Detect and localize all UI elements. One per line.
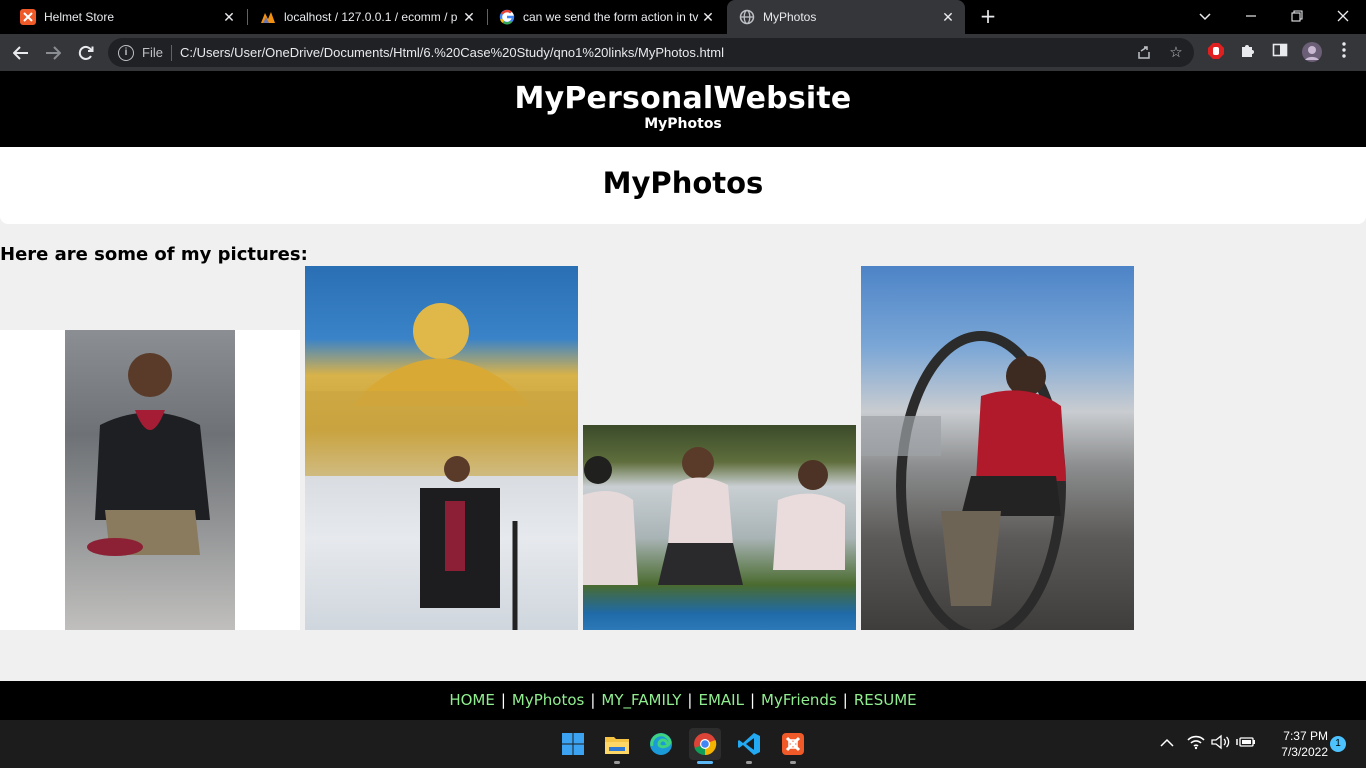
- file-explorer-icon[interactable]: [601, 728, 633, 760]
- clock-time: 7:37 PM: [1283, 729, 1328, 743]
- windows-start-icon[interactable]: [557, 728, 589, 760]
- footer-separator: |: [687, 691, 693, 709]
- close-tab-icon[interactable]: ✕: [699, 9, 717, 26]
- tab-search-chevron-icon[interactable]: [1182, 0, 1228, 34]
- bookmark-star-icon[interactable]: ☆: [1164, 40, 1188, 64]
- notification-badge[interactable]: 1: [1330, 736, 1346, 752]
- close-tab-icon[interactable]: ✕: [460, 9, 478, 26]
- close-tab-icon[interactable]: ✕: [939, 9, 957, 26]
- close-tab-icon[interactable]: ✕: [220, 9, 238, 26]
- clock-date: 7/3/2022: [1281, 745, 1328, 759]
- wifi-icon[interactable]: [1187, 734, 1205, 753]
- tab-helmet-store[interactable]: Helmet Store ✕: [8, 0, 246, 34]
- volume-icon[interactable]: [1211, 734, 1231, 753]
- footer-link-home[interactable]: HOME: [449, 691, 495, 709]
- tab-title: Helmet Store: [44, 10, 115, 24]
- chrome-icon[interactable]: [689, 728, 721, 760]
- forward-button[interactable]: [40, 40, 66, 66]
- back-button[interactable]: [8, 40, 34, 66]
- tray-chevron-up-icon[interactable]: [1160, 734, 1174, 751]
- footer-link-myphotos[interactable]: MyPhotos: [512, 691, 584, 709]
- tab-google-search[interactable]: can we send the form action in tv ✕: [487, 0, 725, 34]
- site-title: MyPersonalWebsite: [514, 81, 852, 116]
- system-clock[interactable]: 7:37 PM 7/3/2022: [1262, 728, 1328, 760]
- extensions-puzzle-icon[interactable]: [1238, 42, 1258, 62]
- tab-title: can we send the form action in tv: [523, 10, 699, 24]
- reload-button[interactable]: [73, 40, 99, 66]
- footer-separator: |: [842, 691, 848, 709]
- photo-through-glasses: [861, 266, 1134, 630]
- footer-link-myfriends[interactable]: MyFriends: [761, 691, 837, 709]
- side-panel-icon[interactable]: [1270, 42, 1290, 62]
- site-footer-nav: HOME | MyPhotos | MY_FAMILY | EMAIL | MyFriends |…: [0, 681, 1366, 720]
- url-text[interactable]: C:/Users/User/OneDrive/Documents/Html/6.…: [180, 45, 724, 60]
- tab-strip: Helmet Store ✕ localhost / 127.0.0.1 / e…: [0, 0, 1366, 34]
- google-favicon-icon: [499, 9, 515, 25]
- battery-icon[interactable]: [1236, 734, 1256, 753]
- tab-phpmyadmin[interactable]: localhost / 127.0.0.1 / ecomm / p ✕: [248, 0, 486, 34]
- app-running-indicator: [790, 761, 796, 764]
- vscode-icon[interactable]: [733, 728, 765, 760]
- toolbar: i File C:/Users/User/OneDrive/Documents/…: [0, 34, 1366, 71]
- address-bar[interactable]: i File C:/Users/User/OneDrive/Documents/…: [108, 38, 1194, 67]
- intro-text: Here are some of my pictures:: [0, 244, 308, 265]
- omnibox-divider: [170, 44, 172, 61]
- page-heading: MyPhotos: [602, 166, 764, 200]
- tab-myphotos[interactable]: MyPhotos ✕: [727, 0, 965, 34]
- photo-friends-sitting: [583, 425, 856, 630]
- footer-link-resume[interactable]: RESUME: [854, 691, 917, 709]
- minimize-button[interactable]: [1228, 0, 1274, 34]
- close-window-button[interactable]: [1320, 0, 1366, 34]
- photo-person-crouching: [65, 330, 235, 630]
- footer-link-my-family[interactable]: MY_FAMILY: [601, 691, 681, 709]
- edge-icon[interactable]: [645, 728, 677, 760]
- tab-title: localhost / 127.0.0.1 / ecomm / p: [284, 10, 458, 24]
- site-header: MyPersonalWebsite MyPhotos: [0, 71, 1366, 147]
- footer-separator: |: [749, 691, 755, 709]
- web-page: MyPersonalWebsite MyPhotos MyPhotos Here…: [0, 71, 1366, 720]
- globe-favicon-icon: [739, 9, 755, 25]
- app-running-indicator: [614, 761, 620, 764]
- footer-separator: |: [500, 691, 506, 709]
- page-title-card: MyPhotos: [0, 147, 1366, 224]
- share-icon[interactable]: [1132, 40, 1156, 64]
- restore-button[interactable]: [1274, 0, 1320, 34]
- adblock-extension-icon[interactable]: [1206, 42, 1226, 62]
- footer-link-email[interactable]: EMAIL: [698, 691, 743, 709]
- new-tab-button[interactable]: +: [976, 5, 1000, 29]
- phpmyadmin-favicon-icon: [260, 9, 276, 25]
- menu-kebab-icon[interactable]: [1334, 42, 1354, 62]
- app-active-indicator: [697, 761, 713, 764]
- xampp-favicon-icon: [20, 9, 36, 25]
- windows-taskbar: 7:37 PM 7/3/2022 1: [0, 720, 1366, 768]
- site-subtitle: MyPhotos: [644, 116, 722, 132]
- site-info-icon[interactable]: i: [118, 44, 134, 61]
- footer-separator: |: [590, 691, 596, 709]
- file-scheme-label: File: [142, 45, 163, 60]
- app-running-indicator: [746, 761, 752, 764]
- xampp-icon[interactable]: [777, 728, 809, 760]
- photo-buddha-statue: [305, 266, 578, 630]
- tab-title: MyPhotos: [763, 10, 817, 24]
- profile-avatar[interactable]: [1302, 42, 1322, 62]
